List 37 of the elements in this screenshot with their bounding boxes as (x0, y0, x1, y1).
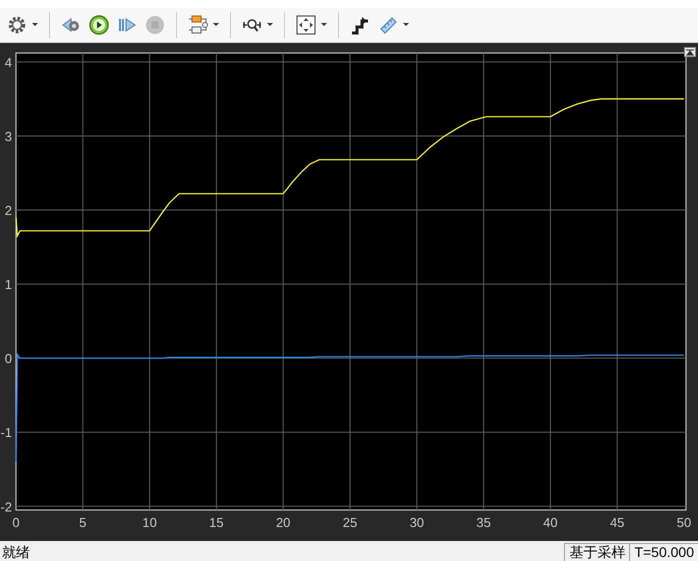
tick-label: 2 (4, 203, 12, 218)
caret-icon (213, 23, 219, 27)
play-icon (89, 15, 109, 35)
tick-label: 0 (12, 515, 20, 530)
tick-label: 1 (4, 277, 12, 292)
tick-label: 45 (610, 515, 624, 530)
step-forward-icon (117, 15, 137, 35)
tick-label: 10 (142, 515, 157, 530)
caret-icon (32, 23, 38, 27)
caret-icon (267, 23, 273, 27)
tick-label: -2 (0, 499, 12, 514)
tick-label: 5 (79, 515, 86, 530)
tick-label: 4 (4, 54, 12, 70)
gear-icon (7, 15, 27, 35)
tick-label: 20 (276, 515, 290, 530)
status-field: T=50.000 (629, 543, 698, 561)
status-text: 就绪 (1, 543, 31, 561)
tick-label: -1 (0, 425, 12, 440)
arrow-up-icon (686, 48, 694, 56)
tick-label: 3 (4, 128, 12, 144)
status-field: 基于采样 (564, 543, 630, 561)
caret-icon (403, 23, 409, 27)
blocks-icon (188, 15, 208, 35)
fit-icon (296, 15, 316, 35)
tick-label: 40 (543, 515, 558, 530)
tick-label: 15 (209, 515, 224, 530)
stop-icon (145, 15, 165, 35)
step-signal-icon (350, 15, 370, 35)
tick-label: 25 (342, 515, 358, 530)
restore-button[interactable] (684, 47, 696, 57)
tick-label: 35 (476, 515, 491, 530)
ruler-icon (378, 15, 398, 35)
tick-label: 0 (4, 351, 12, 366)
step-back-icon (61, 15, 81, 35)
tick-label: 30 (410, 515, 424, 530)
caret-icon (321, 23, 327, 27)
tick-label: 50 (676, 515, 692, 530)
